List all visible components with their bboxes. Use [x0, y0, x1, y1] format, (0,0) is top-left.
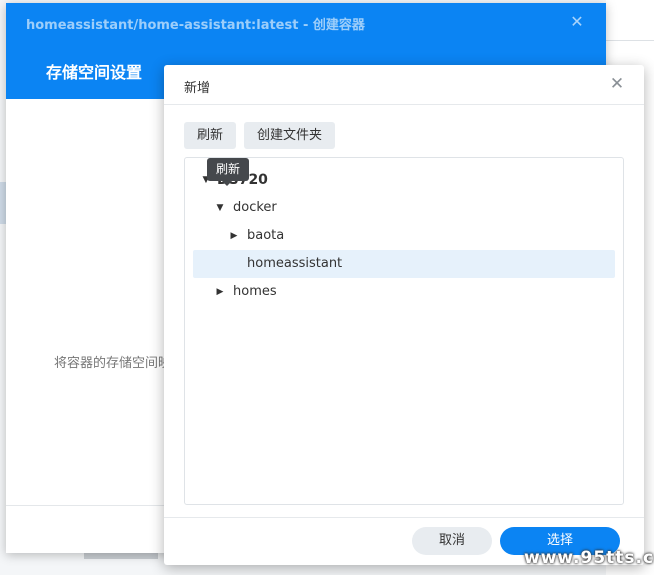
close-icon[interactable]: ✕ [569, 14, 585, 30]
tree-item-label: homeassistant [247, 256, 343, 271]
caret-down-icon[interactable]: ▼ [215, 194, 225, 222]
caret-right-icon[interactable]: ▶ [215, 278, 225, 306]
create-folder-button[interactable]: 创建文件夹 [244, 122, 336, 149]
dialog-title: homeassistant/home-assistant:latest - 创建… [26, 18, 365, 33]
modal-title: 新增 [184, 81, 211, 96]
step-description: 将容器的存储空间映射 [54, 356, 166, 371]
refresh-button[interactable]: 刷新 [184, 122, 237, 149]
close-icon[interactable]: ✕ [608, 75, 626, 93]
tree-item-homeassistant[interactable]: homeassistant [193, 250, 615, 278]
folder-tree: ▼ DS720 ▼ docker ▶ baota homeassistant ▶… [184, 157, 624, 505]
refresh-tooltip: 刷新 [207, 158, 250, 181]
tree-item-homes[interactable]: ▶ homes [193, 278, 615, 306]
tree-item-root[interactable]: ▼ DS720 [193, 166, 615, 194]
tree-item-docker[interactable]: ▼ docker [193, 194, 615, 222]
watermark-text: www.95tts.com [524, 548, 654, 568]
background-divider [606, 40, 654, 41]
caret-right-icon[interactable]: ▶ [229, 222, 239, 250]
modal-footer-divider [164, 517, 644, 518]
tree-item-label: homes [233, 284, 277, 299]
cancel-button[interactable]: 取消 [412, 527, 492, 555]
step-title: 存储空间设置 [46, 63, 143, 82]
add-folder-modal: 新增 ✕ 刷新 创建文件夹 ▼ DS720 ▼ docker ▶ baota h… [164, 65, 644, 565]
modal-header-divider [164, 104, 644, 105]
tree-item-label: docker [233, 200, 277, 215]
tooltip-arrow [222, 181, 232, 186]
tree-item-baota[interactable]: ▶ baota [193, 222, 615, 250]
tree-item-label: baota [247, 228, 285, 243]
